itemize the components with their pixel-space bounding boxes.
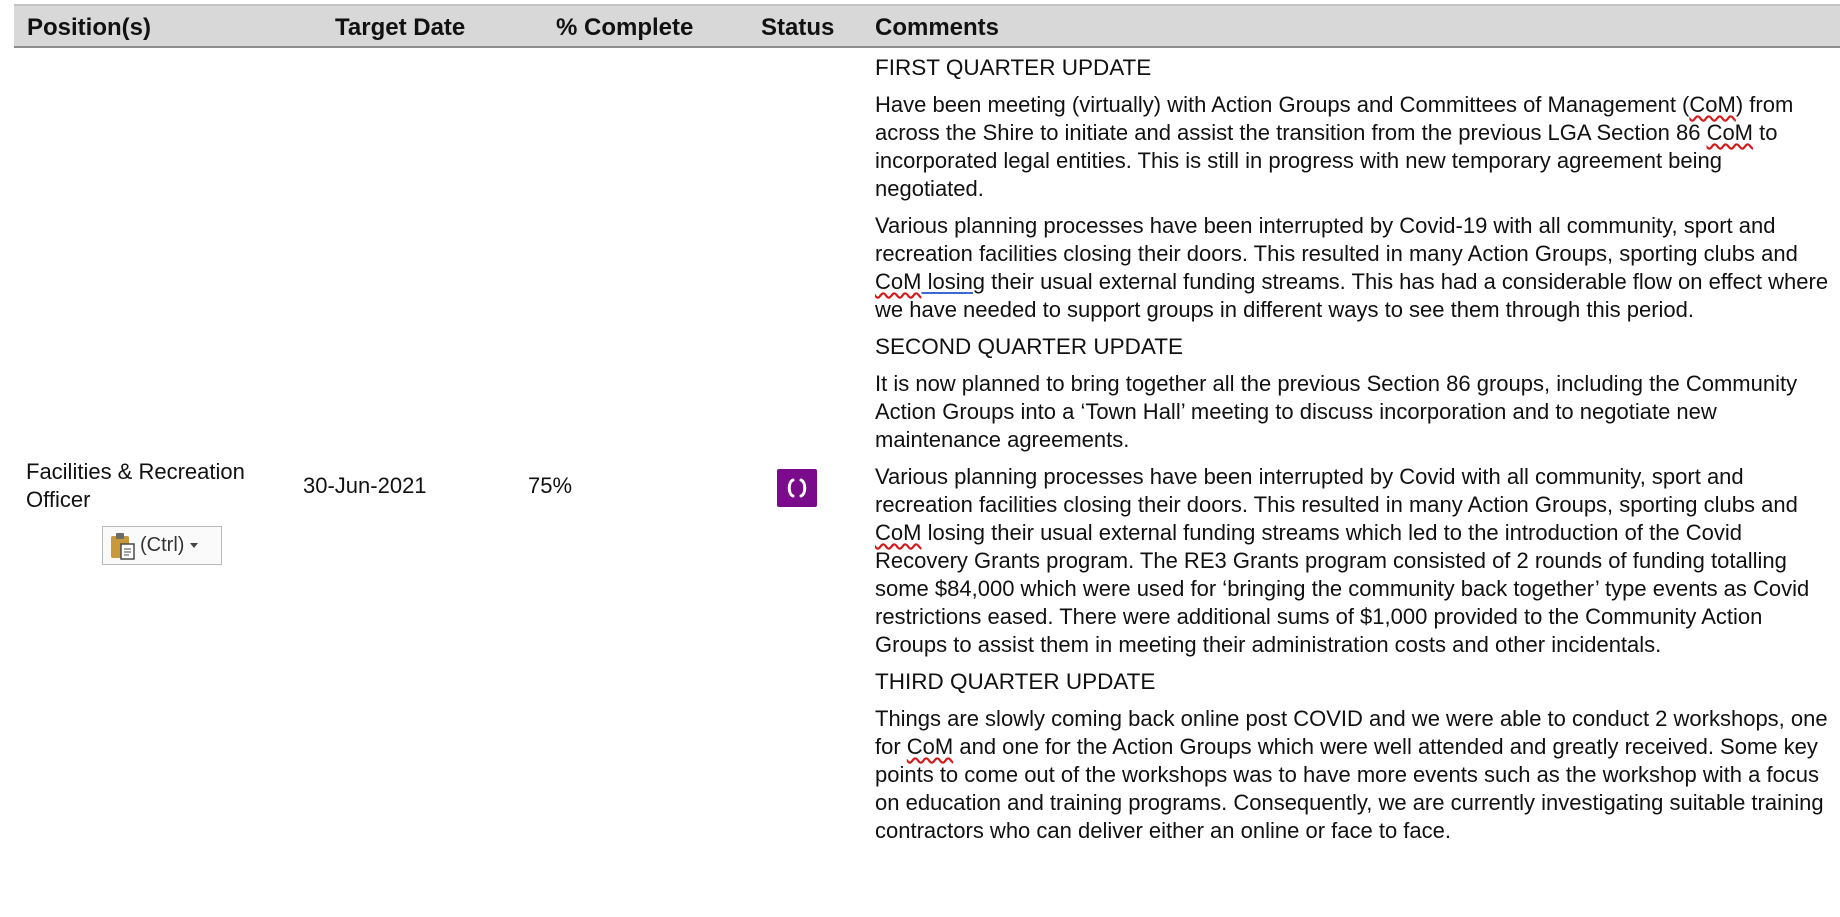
table-header: Position(s) Target Date % Complete Statu… — [14, 4, 1840, 48]
in-progress-icon — [777, 469, 817, 507]
first-quarter-heading: FIRST QUARTER UPDATE — [875, 55, 1152, 80]
paste-options-button[interactable]: (Ctrl) — [102, 526, 222, 565]
position-cell: Facilities & Recreation Officer — [26, 459, 245, 512]
second-quarter-paragraph-1: It is now planned to bring together all … — [875, 371, 1798, 452]
spelling-flag: CoM — [1689, 92, 1736, 117]
first-quarter-paragraph-1: Have been meeting (virtually) with Actio… — [875, 92, 1794, 201]
spelling-flag: CoM — [906, 734, 954, 759]
third-quarter-paragraph-1: Things are slowly coming back online pos… — [875, 706, 1828, 843]
comments-cell: FIRST QUARTER UPDATE Have been meeting (… — [875, 54, 1835, 845]
target-date-cell: 30-Jun-2021 — [303, 473, 427, 498]
header-percent-complete: % Complete — [556, 14, 694, 41]
percent-complete-cell: 75% — [528, 473, 573, 498]
second-quarter-heading: SECOND QUARTER UPDATE — [875, 334, 1183, 359]
spelling-flag: CoM — [875, 269, 922, 294]
paste-options-label: (Ctrl) — [140, 534, 185, 556]
header-target-date: Target Date — [335, 14, 466, 41]
spelling-flag: CoM — [1706, 120, 1754, 145]
chevron-down-icon — [190, 543, 199, 548]
grammar-flag: losing — [921, 269, 986, 294]
third-quarter-heading: THIRD QUARTER UPDATE — [875, 669, 1156, 694]
header-comments: Comments — [875, 14, 1000, 41]
header-status: Status — [761, 14, 835, 41]
second-quarter-paragraph-2: Various planning processes have been int… — [875, 464, 1810, 657]
first-quarter-paragraph-2: Various planning processes have been int… — [875, 213, 1829, 322]
header-position: Position(s) — [27, 14, 151, 41]
spelling-flag: CoM — [875, 520, 922, 545]
clipboard-icon — [111, 532, 135, 560]
